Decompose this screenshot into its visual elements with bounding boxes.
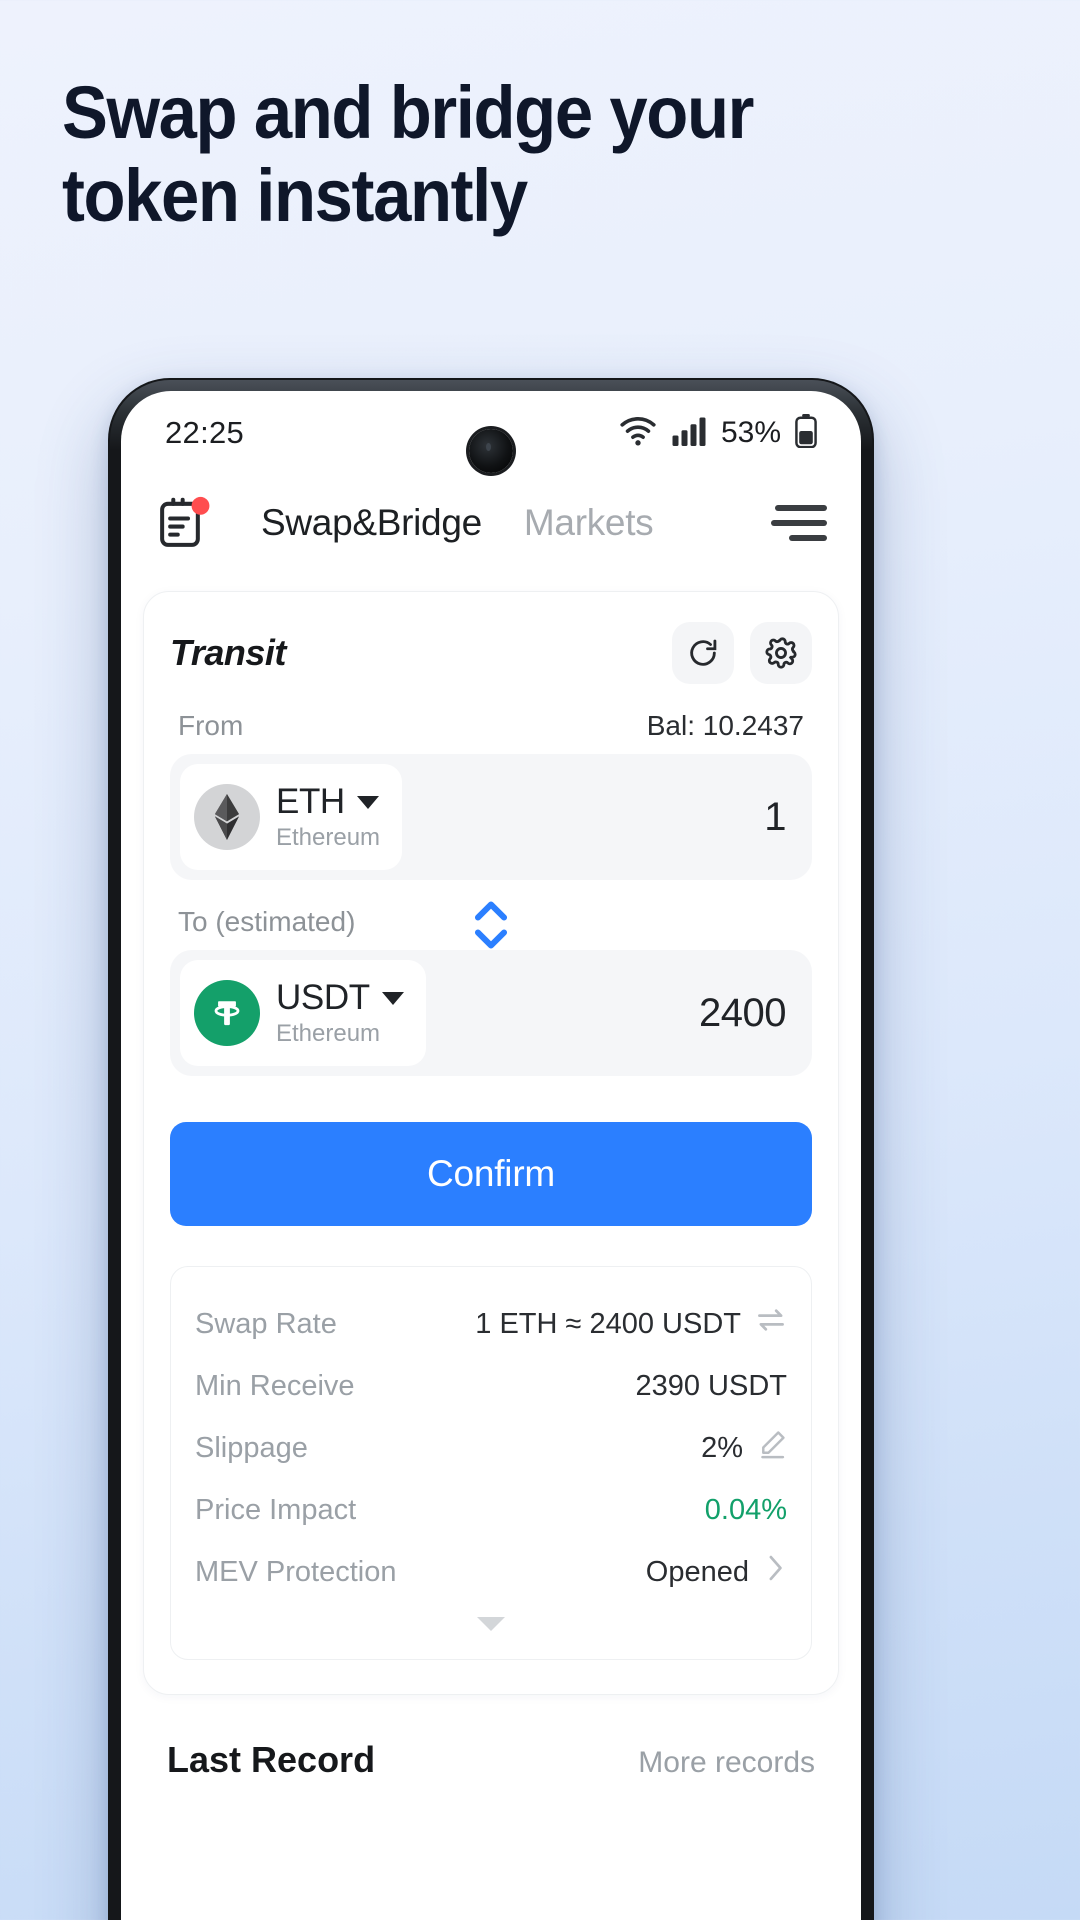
confirm-button[interactable]: Confirm <box>170 1122 812 1226</box>
detail-value: 2390 USDT <box>635 1369 787 1402</box>
camera-punch-hole <box>469 429 513 473</box>
tether-icon <box>194 980 260 1046</box>
detail-row-swap-rate: Swap Rate 1 ETH ≈ 2400 USDT <box>195 1293 787 1355</box>
to-token-text: USDT Ethereum <box>276 978 404 1048</box>
notification-dot <box>191 496 210 515</box>
brand-title: Transit <box>170 632 286 673</box>
detail-row-price-impact: Price Impact 0.04% <box>195 1479 787 1541</box>
battery-icon <box>795 413 817 453</box>
from-token-symbol: ETH <box>276 782 345 821</box>
last-record-section: Last Record More records <box>167 1739 815 1781</box>
detail-key: Price Impact <box>195 1493 357 1526</box>
mev-protection-value: Opened <box>645 1555 749 1588</box>
detail-row-mev-protection[interactable]: MEV Protection Opened <box>195 1541 787 1603</box>
to-label: To (estimated) <box>178 906 356 937</box>
ethereum-icon <box>194 784 260 850</box>
chevron-down-icon <box>381 991 404 1005</box>
phone-mockup: 22:25 53% Swap&Bridge Markets Transit Fr… <box>108 378 874 1920</box>
headline-line-1: Swap and bridge your <box>62 71 754 154</box>
menu-line-2 <box>771 520 827 526</box>
from-token-selector[interactable]: ETH Ethereum <box>180 764 403 870</box>
to-token-selector[interactable]: USDT Ethereum <box>180 960 426 1066</box>
cellular-signal-icon <box>671 416 707 451</box>
last-record-title: Last Record <box>167 1739 376 1780</box>
detail-row-min-receive: Min Receive 2390 USDT <box>195 1355 787 1417</box>
hamburger-menu-icon[interactable] <box>771 501 827 545</box>
swap-details-panel: Swap Rate 1 ETH ≈ 2400 USDT Min Receive … <box>170 1266 812 1660</box>
chevron-right-icon <box>763 1553 787 1591</box>
from-amount-input[interactable]: 1 <box>764 795 786 840</box>
from-token-box: ETH Ethereum 1 <box>170 754 812 880</box>
wifi-icon <box>619 416 657 451</box>
to-token-chain: Ethereum <box>276 1020 381 1047</box>
refresh-icon[interactable] <box>672 622 734 684</box>
expand-down-icon[interactable] <box>195 1603 787 1645</box>
detail-value: 0.04% <box>704 1493 787 1526</box>
from-label: From <box>178 710 244 741</box>
detail-row-slippage: Slippage 2% <box>195 1417 787 1479</box>
from-balance: Bal: 10.2437 <box>646 710 804 741</box>
to-token-box: USDT Ethereum 2400 <box>170 950 812 1076</box>
swap-arrows-icon[interactable] <box>755 1307 787 1341</box>
page-headline: Swap and bridge your token instantly <box>62 71 899 238</box>
battery-percent-label: 53% <box>720 416 781 449</box>
swap-card-actions <box>672 622 812 684</box>
more-records-link[interactable]: More records <box>638 1746 815 1780</box>
swap-rate-value: 1 ETH ≈ 2400 USDT <box>475 1307 741 1340</box>
phone-screen: 22:25 53% Swap&Bridge Markets Transit Fr… <box>121 391 861 1920</box>
triangle-down <box>477 1617 505 1631</box>
from-token-text: ETH Ethereum <box>276 782 380 852</box>
from-row-labels: From Bal: 10.2437 <box>170 710 812 742</box>
swap-card: Transit From Bal: 10.2437 ETH Ethereum 1… <box>143 591 839 1695</box>
detail-value: 2% <box>701 1429 787 1467</box>
app-navigation-bar: Swap&Bridge Markets <box>121 475 861 571</box>
status-bar-time: 22:25 <box>165 415 245 450</box>
headline-line-2: token instantly <box>62 153 528 237</box>
menu-line-3 <box>789 535 827 541</box>
chevron-down-icon <box>356 795 379 809</box>
detail-key: Swap Rate <box>195 1307 337 1340</box>
edit-pencil-icon[interactable] <box>757 1429 787 1467</box>
detail-key: Min Receive <box>195 1369 355 1402</box>
gear-icon[interactable] <box>750 622 812 684</box>
detail-value: Opened <box>646 1553 787 1591</box>
tab-markets[interactable]: Markets <box>524 502 654 544</box>
swap-direction-icon[interactable] <box>464 894 518 956</box>
detail-value: 1 ETH ≈ 2400 USDT <box>475 1307 787 1341</box>
status-bar-indicators: 53% <box>619 413 817 453</box>
detail-key: MEV Protection <box>195 1555 397 1588</box>
menu-line-1 <box>775 505 827 511</box>
from-token-symbol-row: ETH <box>276 782 380 822</box>
nav-tab-group: Swap&Bridge Markets <box>261 502 654 544</box>
swap-card-header: Transit <box>170 622 812 684</box>
status-bar: 22:25 53% <box>121 391 861 475</box>
detail-key: Slippage <box>195 1431 308 1464</box>
from-token-chain: Ethereum <box>276 824 381 851</box>
orders-clipboard-icon[interactable] <box>155 494 213 552</box>
to-amount-value[interactable]: 2400 <box>699 991 786 1036</box>
to-token-symbol-row: USDT <box>276 978 404 1018</box>
slippage-value: 2% <box>701 1431 743 1464</box>
tab-swap-and-bridge[interactable]: Swap&Bridge <box>261 502 482 544</box>
to-token-symbol: USDT <box>276 978 370 1017</box>
